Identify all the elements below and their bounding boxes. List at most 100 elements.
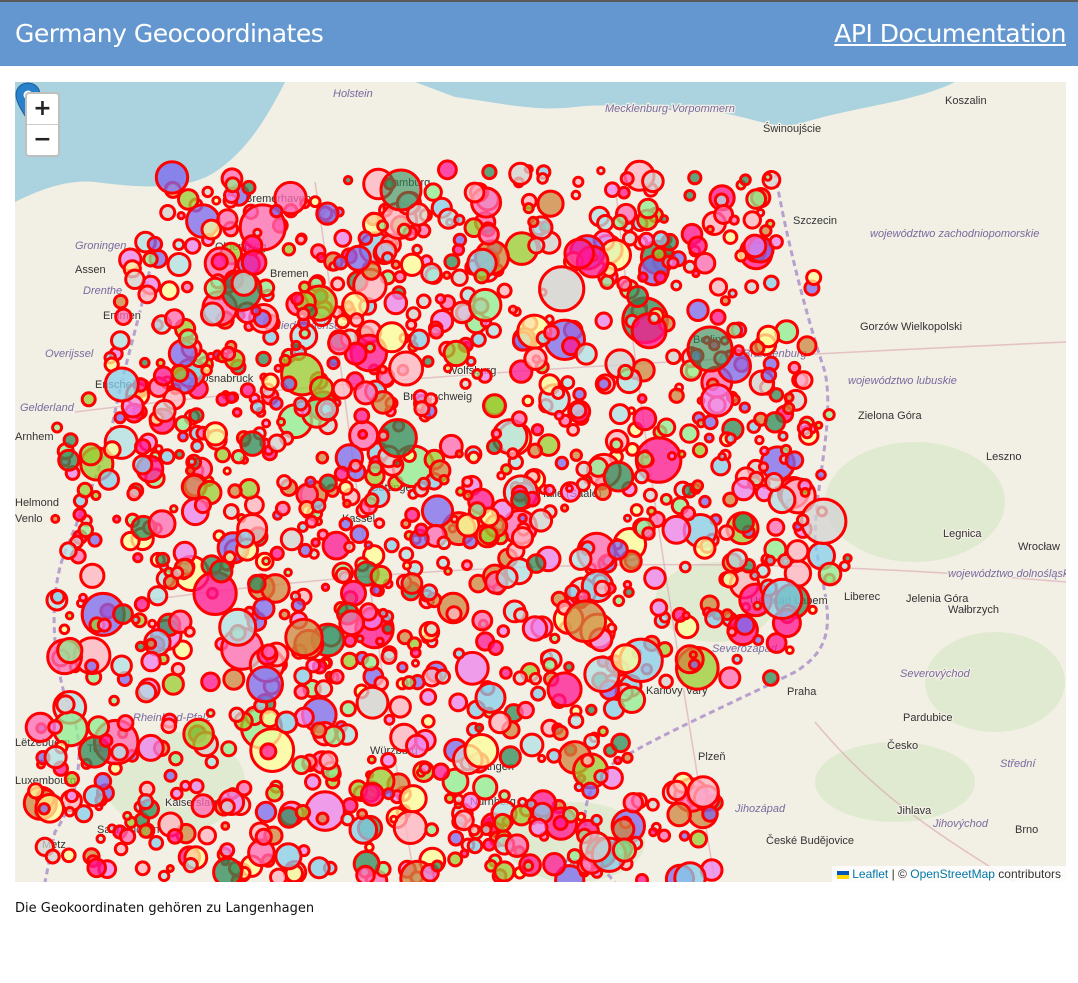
city-circle <box>521 615 549 642</box>
city-circle <box>647 311 661 325</box>
city-circle <box>398 784 428 814</box>
city-circle <box>490 427 503 440</box>
city-circle <box>681 610 691 621</box>
city-circle <box>58 623 71 636</box>
city-circle <box>725 548 749 571</box>
city-circle <box>279 527 304 552</box>
api-documentation-link[interactable]: API Documentation <box>834 19 1066 48</box>
place-label: Pardubice <box>903 712 953 724</box>
city-circle <box>659 493 673 506</box>
city-circle <box>787 360 802 375</box>
city-circle <box>785 539 810 563</box>
city-circle <box>247 573 267 594</box>
city-circle <box>211 195 222 206</box>
zoom-in-button[interactable]: + <box>27 94 58 124</box>
city-circle <box>728 214 740 226</box>
city-circle <box>228 706 245 723</box>
city-circle <box>318 750 339 771</box>
city-circle <box>541 657 558 673</box>
city-circle <box>421 355 435 368</box>
city-circle <box>453 809 475 832</box>
city-circle <box>186 456 197 467</box>
city-circle <box>673 861 707 882</box>
city-circle <box>182 857 199 874</box>
city-circle <box>466 450 481 465</box>
city-circle <box>204 754 220 770</box>
city-circle <box>343 540 356 554</box>
place-label: Overijssel <box>45 348 94 360</box>
city-circle <box>274 710 299 735</box>
city-circle <box>757 461 770 473</box>
city-circle <box>572 175 585 188</box>
city-circle <box>451 243 466 257</box>
openstreetmap-link[interactable]: OpenStreetMap <box>910 867 995 881</box>
map-canvas[interactable]: HolsteinHamburgBremerhavenGroningenAssen… <box>15 82 1066 882</box>
city-circle <box>657 828 672 843</box>
city-circle <box>148 835 165 851</box>
city-circle <box>599 274 615 290</box>
city-circle <box>670 279 683 292</box>
city-circle <box>732 511 755 534</box>
city-circle <box>269 867 288 882</box>
city-circle <box>795 513 810 528</box>
city-circle <box>396 222 412 238</box>
city-circle <box>442 339 470 368</box>
city-circle <box>621 751 634 764</box>
city-circle <box>593 483 612 501</box>
city-circle <box>170 565 185 580</box>
city-circle <box>338 516 354 532</box>
city-circle <box>437 159 458 181</box>
city-circle <box>565 483 574 493</box>
city-circle <box>703 432 715 444</box>
city-circle <box>140 650 162 673</box>
leaflet-link[interactable]: Leaflet <box>852 867 888 881</box>
city-circle <box>224 176 242 194</box>
city-circle <box>316 528 329 541</box>
map-container[interactable]: HolsteinHamburgBremerhavenGroningenAssen… <box>15 82 1066 882</box>
city-circle <box>375 636 385 647</box>
city-circle <box>126 485 142 502</box>
city-circle <box>307 856 331 880</box>
place-label: Mecklenburg-Vorpommern <box>605 103 735 115</box>
city-circle <box>155 358 166 368</box>
city-circle <box>411 658 420 668</box>
city-circle <box>468 287 503 323</box>
city-circle <box>361 653 380 672</box>
city-circle <box>709 308 727 326</box>
city-circle <box>252 596 276 621</box>
city-circle <box>679 560 692 574</box>
city-circle <box>552 815 569 831</box>
city-circle <box>389 814 399 824</box>
city-circle <box>473 268 490 285</box>
city-circle <box>482 837 497 852</box>
city-circle <box>43 745 68 770</box>
city-circle <box>276 474 293 491</box>
city-circle <box>420 262 443 285</box>
city-circle <box>528 508 554 533</box>
city-circle <box>510 489 531 511</box>
city-circle <box>742 210 762 230</box>
city-circle <box>734 248 749 263</box>
city-circle <box>396 661 409 674</box>
city-circle <box>683 189 697 202</box>
city-circle <box>110 743 129 762</box>
city-circle <box>168 751 184 767</box>
city-circle <box>160 717 178 735</box>
city-circle <box>182 717 215 751</box>
city-circle <box>762 669 780 687</box>
city-circle <box>701 805 719 823</box>
place-label: Plzeň <box>698 751 726 763</box>
city-circle <box>604 181 621 198</box>
city-circle <box>334 313 351 330</box>
city-circle <box>822 408 836 422</box>
city-circle <box>78 442 103 467</box>
city-circle <box>276 417 286 427</box>
city-circle <box>219 798 236 816</box>
place-label: Brno <box>1015 824 1038 836</box>
forest-area <box>825 442 1005 562</box>
city-circle <box>522 202 535 215</box>
zoom-out-button[interactable]: − <box>27 124 58 155</box>
city-circle <box>492 812 513 833</box>
city-circle <box>749 569 761 581</box>
city-circle <box>157 869 171 882</box>
